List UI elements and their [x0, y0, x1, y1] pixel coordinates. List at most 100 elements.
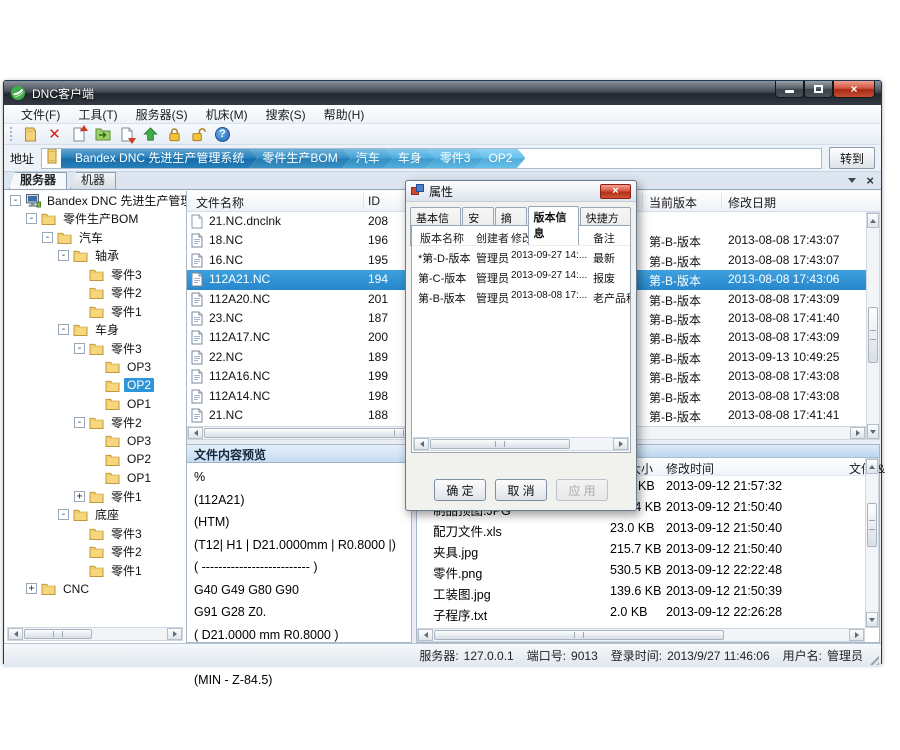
dialog-tab-3[interactable]: 版本信息	[528, 206, 579, 245]
column-header-name[interactable]: 文件名称	[196, 194, 244, 211]
delete-icon[interactable]: ✕	[46, 126, 63, 143]
file-version: 第-B-版本	[649, 389, 701, 406]
nc-file-icon	[191, 350, 203, 368]
collapse-icon[interactable]: -	[58, 250, 69, 261]
collapse-icon[interactable]: -	[10, 195, 21, 206]
tree-item[interactable]: -Bandex DNC 先进生产管理系统	[5, 191, 186, 210]
collapse-icon[interactable]: -	[26, 213, 37, 224]
menu-item-1[interactable]: 工具(T)	[69, 105, 126, 124]
menu-item-5[interactable]: 帮助(H)	[315, 105, 374, 124]
collapse-icon[interactable]: -	[58, 324, 69, 335]
upload-arrow-icon[interactable]	[142, 126, 159, 143]
close-button[interactable]: ×	[833, 81, 875, 98]
go-button[interactable]: 转到	[829, 147, 875, 169]
version-row[interactable]: 第-B-版本管理员2013-08-08 17:...老产品程序	[412, 286, 630, 306]
file-version: 第-B-版本	[649, 330, 701, 347]
tree-item[interactable]: OP2	[5, 450, 186, 469]
column-header-date[interactable]: 修改日期	[728, 194, 776, 211]
checkout-document-icon[interactable]	[118, 126, 135, 143]
breadcrumb-segment-0[interactable]: Bandex DNC 先进生产管理系统	[61, 148, 257, 169]
tab-server[interactable]: 服务器	[9, 172, 67, 189]
file-version: 第-B-版本	[649, 272, 701, 289]
menu-item-2[interactable]: 服务器(S)	[127, 105, 197, 124]
address-field[interactable]: Bandex DNC 先进生产管理系统零件生产BOM汽车车身零件3OP2	[41, 148, 822, 169]
collapse-icon[interactable]: -	[42, 232, 53, 243]
cancel-button[interactable]: 取 消	[495, 479, 547, 501]
file-table-vertical-scrollbar[interactable]	[866, 212, 880, 440]
new-document-icon[interactable]	[22, 126, 39, 143]
status-server-label: 服务器:	[419, 647, 458, 664]
apply-button[interactable]: 应 用	[556, 479, 608, 501]
tree-item[interactable]: -车身	[5, 321, 186, 340]
attachment-row[interactable]: 工装图.jpg139.6 KB2013-09-12 21:50:39	[417, 581, 865, 602]
send-to-folder-icon[interactable]	[94, 126, 111, 143]
menu-item-4[interactable]: 搜索(S)	[257, 105, 315, 124]
tree-item[interactable]: -零件2	[5, 413, 186, 432]
attachment-row[interactable]: 零件.png530.5 KB2013-09-12 22:22:48	[417, 560, 865, 581]
folder-icon	[73, 249, 89, 263]
menu-item-3[interactable]: 机床(M)	[197, 105, 257, 124]
tree-item[interactable]: 零件1	[5, 302, 186, 321]
attachment-row[interactable]: 子程序.txt2.0 KB2013-09-12 22:26:28	[417, 602, 865, 623]
tree-item[interactable]: 零件3	[5, 265, 186, 284]
attachment-row[interactable]: 夹具.jpg215.7 KB2013-09-12 21:50:40	[417, 539, 865, 560]
column-header-version[interactable]: 当前版本	[649, 194, 697, 211]
tree-item[interactable]: -轴承	[5, 247, 186, 266]
expand-icon[interactable]: +	[26, 583, 37, 594]
tree-item[interactable]: -零件生产BOM	[5, 210, 186, 229]
column-header-remark[interactable]: 备注	[593, 230, 615, 246]
titlebar[interactable]: DNC客户端 ×	[4, 81, 881, 105]
minimize-button[interactable]	[775, 81, 804, 98]
lock-icon[interactable]	[166, 126, 183, 143]
tree-item[interactable]: OP3	[5, 432, 186, 451]
tree-item[interactable]: -汽车	[5, 228, 186, 247]
expand-icon[interactable]: +	[74, 491, 85, 502]
ok-button[interactable]: 确 定	[434, 479, 486, 501]
pane-close-icon[interactable]: ×	[866, 174, 874, 187]
column-header-version-name[interactable]: 版本名称	[420, 230, 464, 246]
checkin-document-icon[interactable]	[70, 126, 87, 143]
menu-item-0[interactable]: 文件(F)	[12, 105, 69, 124]
file-version: 第-B-版本	[649, 350, 701, 367]
chevron-down-icon[interactable]	[848, 178, 856, 187]
resize-grip[interactable]	[868, 654, 879, 665]
tree-item[interactable]: 零件1	[5, 561, 186, 580]
column-header-id[interactable]: ID	[368, 194, 380, 208]
tree-item[interactable]: +零件1	[5, 487, 186, 506]
tree-item[interactable]: 零件2	[5, 284, 186, 303]
attachments-vertical-scrollbar[interactable]	[865, 458, 879, 628]
attachments-horizontal-scrollbar[interactable]	[417, 628, 865, 642]
collapse-icon[interactable]: -	[58, 509, 69, 520]
tree-item[interactable]: OP1	[5, 395, 186, 414]
collapse-icon[interactable]: -	[74, 343, 85, 354]
column-header-mtime[interactable]: 修改时间	[666, 460, 714, 477]
tab-machine[interactable]: 机器	[70, 172, 116, 189]
version-list-horizontal-scrollbar[interactable]	[413, 437, 629, 451]
status-port-value: 9013	[571, 649, 598, 663]
attachment-row[interactable]: 配刀文件.xls23.0 KB2013-09-12 21:50:40	[417, 518, 865, 539]
tree-item[interactable]: OP2	[5, 376, 186, 395]
tree-horizontal-scrollbar[interactable]	[7, 627, 183, 641]
help-icon[interactable]: ?	[214, 126, 231, 143]
folder-icon	[89, 415, 105, 429]
dialog-close-button[interactable]: ×	[600, 184, 631, 199]
column-header-creator[interactable]: 创建者	[476, 230, 509, 246]
tree-item[interactable]: -零件3	[5, 339, 186, 358]
tree-item[interactable]: OP3	[5, 358, 186, 377]
status-login-label: 登录时间:	[611, 647, 662, 664]
tree-item[interactable]: +CNC	[5, 580, 186, 599]
version-row[interactable]: 第-C-版本管理员2013-09-27 14:...报废	[412, 266, 630, 286]
maximize-icon	[814, 85, 823, 93]
minimize-icon	[785, 90, 794, 93]
version-row[interactable]: *第-D-版本管理员2013-09-27 14:...最新	[412, 246, 630, 266]
tree-item[interactable]: OP1	[5, 469, 186, 488]
tree-item[interactable]: 零件3	[5, 524, 186, 543]
maximize-button[interactable]	[804, 81, 833, 98]
tree-item[interactable]: 零件2	[5, 543, 186, 562]
breadcrumb-segment-1[interactable]: 零件生产BOM	[248, 148, 350, 169]
unlock-icon[interactable]	[190, 126, 207, 143]
tree-item[interactable]: -底座	[5, 506, 186, 525]
status-server-value: 127.0.0.1	[464, 649, 514, 663]
dialog-titlebar[interactable]: 属性 ×	[406, 181, 636, 202]
collapse-icon[interactable]: -	[74, 417, 85, 428]
